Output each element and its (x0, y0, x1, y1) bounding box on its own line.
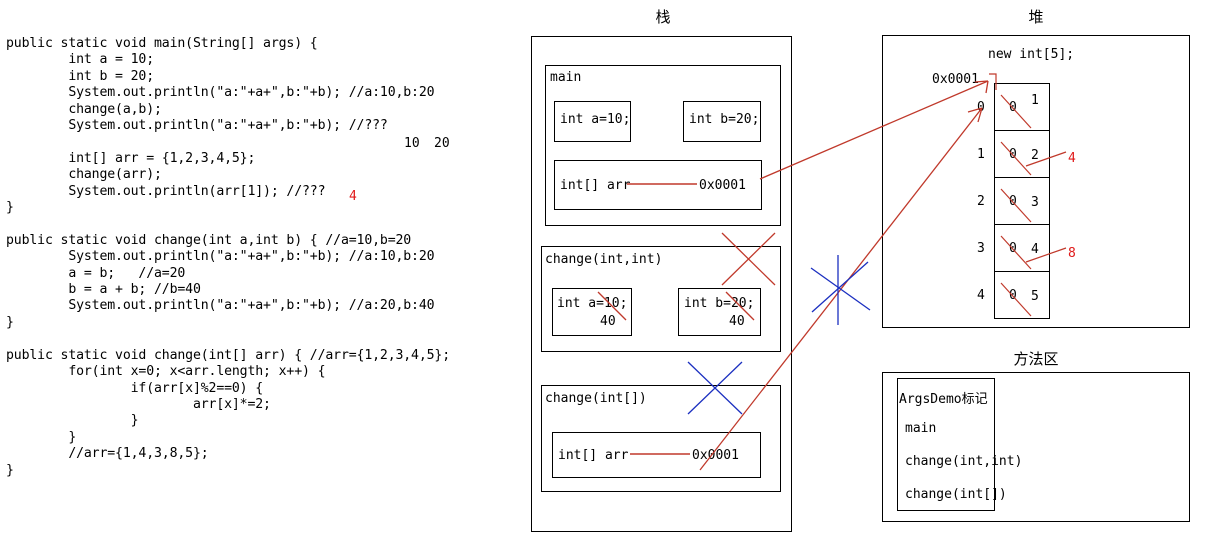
main-var-arr-name: int[] arr (560, 178, 631, 193)
annotation-answer-b: 20 (434, 136, 450, 151)
heap-index-4: 4 (977, 288, 985, 303)
change-var-b-text: int b=20; (684, 296, 755, 311)
blue-star-stroke-2 (810, 267, 871, 311)
heap-cell-4-value: 5 (1031, 289, 1039, 304)
stack-frame-main-label: main (550, 70, 582, 85)
heap-index-2: 2 (977, 194, 985, 209)
heap-cell-0-initial: 0 (1009, 100, 1017, 115)
main-var-b-text: int b=20; (689, 112, 760, 127)
heap-array-row (995, 225, 1049, 272)
source-code-panel: public static void main(String[] args) {… (6, 36, 506, 479)
heap-array-row (995, 131, 1049, 178)
stack-frame-change-int-int-label: change(int,int) (545, 252, 663, 267)
heap-cell-2-initial: 0 (1009, 194, 1017, 209)
heap-cell-1-updated: 4 (1068, 151, 1076, 166)
heap-cell-0-value: 1 (1031, 93, 1039, 108)
heap-index-0: 0 (977, 100, 985, 115)
stack-region-title: 栈 (655, 8, 671, 26)
heap-cell-2-value: 3 (1031, 195, 1039, 210)
heap-array-row (995, 84, 1049, 131)
jvm-memory-diagram: public static void main(String[] args) {… (0, 0, 1213, 556)
method-area-item-change-array: change(int[]) (905, 487, 1007, 502)
change-var-a-text: int a=10; (557, 296, 628, 311)
heap-array-box (994, 83, 1050, 319)
annotation-answer-arr1: 4 (349, 189, 357, 204)
method-area-title: 方法区 (1013, 350, 1059, 368)
change-array-arr-name: int[] arr (558, 448, 629, 463)
change-var-b-new-value: 40 (729, 314, 745, 329)
annotation-answer-a: 10 (404, 136, 420, 151)
main-var-a-text: int a=10; (560, 112, 631, 127)
heap-alloc-label: new int[5]; (988, 47, 1075, 62)
heap-cell-1-initial: 0 (1009, 147, 1017, 162)
method-area-class-label: ArgsDemo标记 (899, 392, 988, 407)
heap-array-row (995, 272, 1049, 318)
code-block-change-array: public static void change(int[] arr) { /… (6, 347, 451, 478)
heap-region-title: 堆 (1028, 8, 1044, 26)
heap-address-label: 0x0001 (932, 72, 979, 87)
blue-star-stroke-3 (811, 261, 869, 313)
code-block-change-int-int: public static void change(int a,int b) {… (6, 232, 435, 330)
main-var-arr-value: 0x0001 (699, 178, 746, 193)
heap-cell-3-updated: 8 (1068, 246, 1076, 261)
change-var-a-new-value: 40 (600, 314, 616, 329)
code-block-main: public static void main(String[] args) {… (6, 36, 435, 216)
method-area-item-main: main (905, 421, 937, 436)
heap-index-1: 1 (977, 147, 985, 162)
change-array-arr-value: 0x0001 (692, 448, 739, 463)
heap-cell-4-initial: 0 (1009, 288, 1017, 303)
heap-cell-3-initial: 0 (1009, 241, 1017, 256)
heap-cell-3-value: 4 (1031, 242, 1039, 257)
heap-cell-1-value: 2 (1031, 148, 1039, 163)
heap-index-3: 3 (977, 241, 985, 256)
method-area-item-change-int-int: change(int,int) (905, 454, 1023, 469)
heap-array-row (995, 178, 1049, 225)
stack-frame-change-array-label: change(int[]) (545, 391, 647, 406)
